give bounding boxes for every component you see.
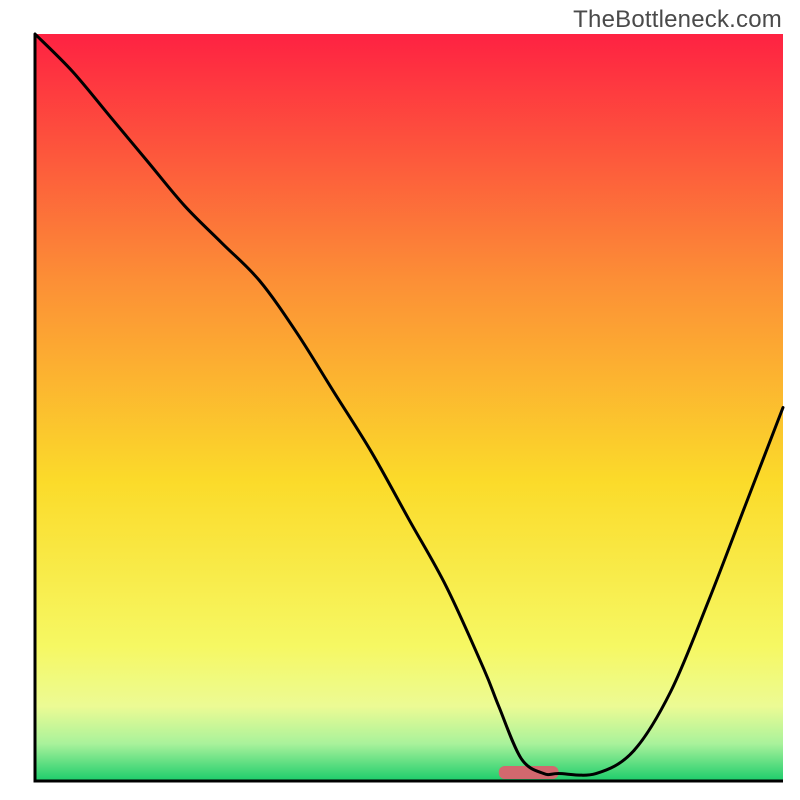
plot-background [35,34,783,781]
bottleneck-chart [0,0,800,800]
chart-container: TheBottleneck.com [0,0,800,800]
watermark-label: TheBottleneck.com [573,6,782,34]
